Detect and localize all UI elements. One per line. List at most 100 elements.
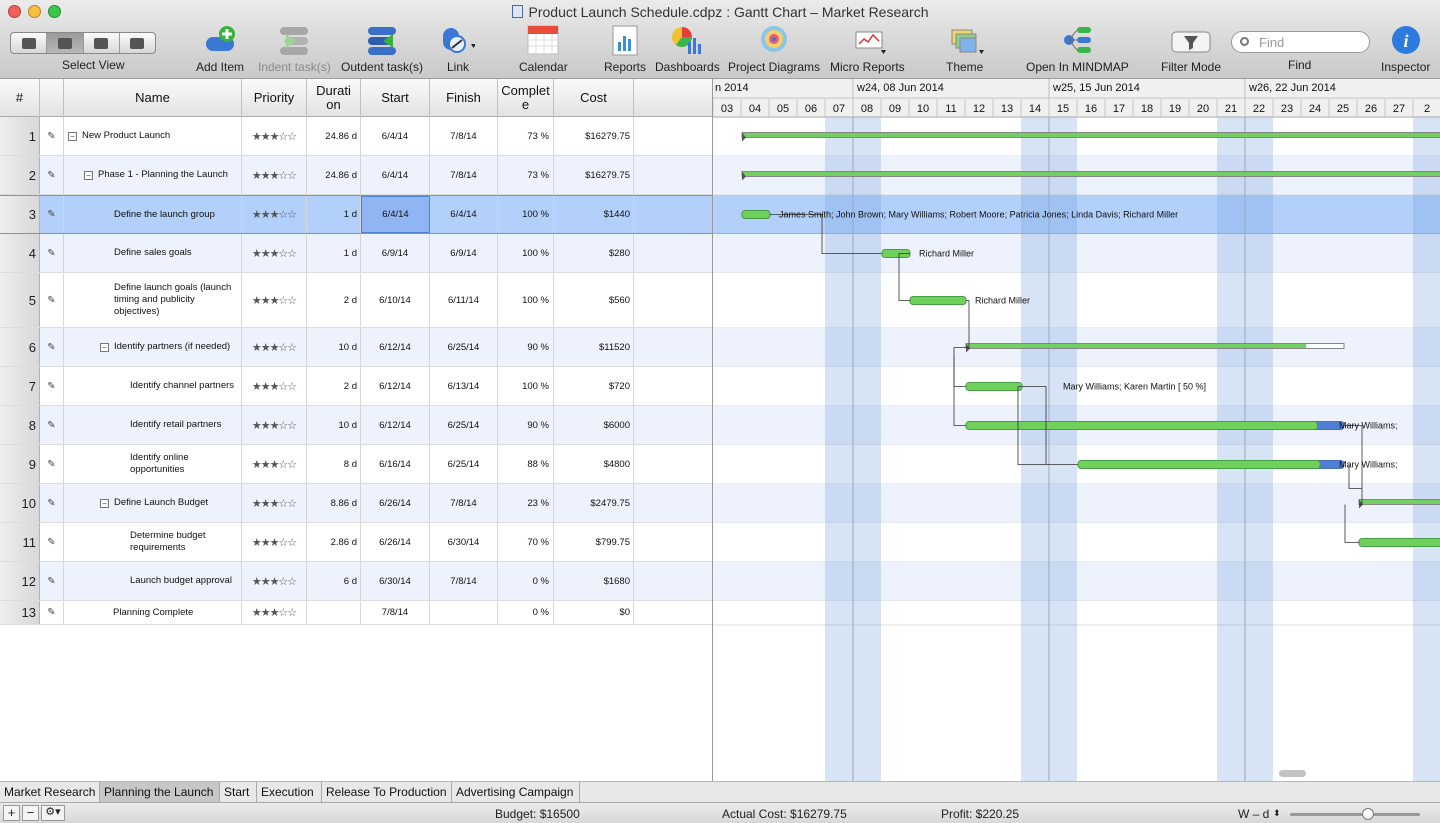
collapse-toggle-icon[interactable]: − bbox=[68, 131, 77, 141]
zoom-slider-track[interactable] bbox=[1290, 813, 1420, 816]
select-view-control[interactable] bbox=[10, 32, 156, 54]
task-row[interactable]: 2 ✎ − Phase 1 - Planning the Launch ★★★☆☆ 24.… bbox=[0, 156, 712, 195]
task-name-cell[interactable]: Define launch goals (launch timing and p… bbox=[64, 273, 242, 327]
task-priority-cell[interactable]: ★★★☆☆ bbox=[242, 117, 307, 155]
task-complete-cell[interactable]: 73 % bbox=[498, 156, 554, 194]
task-row[interactable]: 13 ✎ Planning Complete ★★★☆☆ 7/8/14 0 % $0 bbox=[0, 601, 712, 625]
link-button[interactable]: Link bbox=[441, 24, 476, 74]
task-start-cell[interactable]: 6/12/14 bbox=[361, 406, 430, 444]
sheet-tab[interactable]: Planning the Launch bbox=[100, 782, 220, 802]
task-name-cell[interactable]: Determine budget requirements bbox=[64, 523, 242, 561]
col-header-priority[interactable]: Priority bbox=[242, 79, 307, 117]
task-name-cell[interactable]: Define sales goals bbox=[64, 234, 242, 272]
task-start-cell[interactable]: 6/12/14 bbox=[361, 328, 430, 366]
filter-mode-button[interactable]: Filter Mode bbox=[1161, 24, 1221, 74]
sheet-tab[interactable]: Release To Production bbox=[322, 782, 452, 802]
row-number[interactable]: 9 bbox=[0, 445, 40, 483]
task-edit-icon[interactable]: ✎ bbox=[40, 196, 64, 233]
task-complete-cell[interactable]: 90 % bbox=[498, 406, 554, 444]
task-duration-cell[interactable]: 24.86 d bbox=[307, 117, 361, 155]
task-start-cell[interactable]: 7/8/14 bbox=[361, 601, 430, 624]
row-number[interactable]: 8 bbox=[0, 406, 40, 444]
task-edit-icon[interactable]: ✎ bbox=[40, 328, 64, 366]
col-header-start[interactable]: Start bbox=[361, 79, 430, 117]
add-sheet-button[interactable]: + bbox=[3, 805, 20, 821]
task-start-cell[interactable]: 6/9/14 bbox=[361, 234, 430, 272]
task-edit-icon[interactable]: ✎ bbox=[40, 367, 64, 405]
row-number[interactable]: 2 bbox=[0, 156, 40, 194]
task-name-cell[interactable]: − Define Launch Budget bbox=[64, 484, 242, 522]
sheet-tab[interactable]: Execution bbox=[257, 782, 322, 802]
task-start-cell[interactable]: 6/4/14 bbox=[361, 196, 430, 233]
add-item-button[interactable]: Add Item bbox=[196, 24, 244, 74]
task-finish-cell[interactable] bbox=[430, 601, 498, 624]
task-finish-cell[interactable]: 6/25/14 bbox=[430, 328, 498, 366]
col-header-name[interactable]: Name bbox=[64, 79, 242, 117]
task-edit-icon[interactable]: ✎ bbox=[40, 562, 64, 600]
task-complete-cell[interactable]: 100 % bbox=[498, 234, 554, 272]
task-priority-cell[interactable]: ★★★☆☆ bbox=[242, 484, 307, 522]
outdent-tasks-button[interactable]: Outdent task(s) bbox=[341, 24, 423, 74]
task-start-cell[interactable]: 6/12/14 bbox=[361, 367, 430, 405]
task-complete-cell[interactable]: 73 % bbox=[498, 117, 554, 155]
task-duration-cell[interactable]: 10 d bbox=[307, 406, 361, 444]
task-name-cell[interactable]: − Phase 1 - Planning the Launch bbox=[64, 156, 242, 194]
task-row[interactable]: 12 ✎ Launch budget approval ★★★☆☆ 6 d 6/30/14… bbox=[0, 562, 712, 601]
task-complete-cell[interactable]: 100 % bbox=[498, 196, 554, 233]
sheet-tab[interactable]: Market Research bbox=[0, 782, 100, 802]
calendar-button[interactable]: Calendar bbox=[519, 24, 568, 74]
task-start-cell[interactable]: 6/26/14 bbox=[361, 523, 430, 561]
task-row[interactable]: 5 ✎ Define launch goals (launch timing and… bbox=[0, 273, 712, 328]
task-cost-cell[interactable]: $11520 bbox=[554, 328, 634, 366]
task-cost-cell[interactable]: $16279.75 bbox=[554, 117, 634, 155]
task-priority-cell[interactable]: ★★★☆☆ bbox=[242, 196, 307, 233]
task-row[interactable]: 7 ✎ Identify channel partners ★★★☆☆ 2 d 6/12/… bbox=[0, 367, 712, 406]
task-priority-cell[interactable]: ★★★☆☆ bbox=[242, 273, 307, 327]
task-start-cell[interactable]: 6/10/14 bbox=[361, 273, 430, 327]
task-row[interactable]: 6 ✎ − Identify partners (if needed) ★★★☆☆ 10 … bbox=[0, 328, 712, 367]
col-header-duration[interactable]: Duration bbox=[307, 79, 361, 117]
view-resources-button[interactable] bbox=[84, 33, 120, 53]
row-number[interactable]: 13 bbox=[0, 601, 40, 624]
task-finish-cell[interactable]: 7/8/14 bbox=[430, 156, 498, 194]
task-complete-cell[interactable]: 100 % bbox=[498, 367, 554, 405]
task-name-cell[interactable]: Identify online opportunities bbox=[64, 445, 242, 483]
task-row[interactable]: 9 ✎ Identify online opportunities ★★★☆☆ 8 d6… bbox=[0, 445, 712, 484]
task-complete-cell[interactable]: 88 % bbox=[498, 445, 554, 483]
task-finish-cell[interactable]: 7/8/14 bbox=[430, 562, 498, 600]
project-diagrams-button[interactable]: Project Diagrams bbox=[728, 24, 820, 74]
task-priority-cell[interactable]: ★★★☆☆ bbox=[242, 406, 307, 444]
task-name-cell[interactable]: − New Product Launch bbox=[64, 117, 242, 155]
reports-button[interactable]: Reports bbox=[604, 24, 646, 74]
task-cost-cell[interactable]: $6000 bbox=[554, 406, 634, 444]
task-edit-icon[interactable]: ✎ bbox=[40, 273, 64, 327]
task-priority-cell[interactable]: ★★★☆☆ bbox=[242, 234, 307, 272]
col-header-complete[interactable]: Complete bbox=[498, 79, 554, 117]
task-edit-icon[interactable]: ✎ bbox=[40, 601, 64, 624]
task-edit-icon[interactable]: ✎ bbox=[40, 406, 64, 444]
task-finish-cell[interactable]: 6/30/14 bbox=[430, 523, 498, 561]
task-duration-cell[interactable]: 2.86 d bbox=[307, 523, 361, 561]
task-finish-cell[interactable]: 6/13/14 bbox=[430, 367, 498, 405]
task-cost-cell[interactable]: $2479.75 bbox=[554, 484, 634, 522]
task-duration-cell[interactable]: 2 d bbox=[307, 367, 361, 405]
row-number[interactable]: 4 bbox=[0, 234, 40, 272]
row-number[interactable]: 5 bbox=[0, 273, 40, 327]
zoom-slider-knob[interactable] bbox=[1362, 808, 1374, 820]
sheet-tab[interactable]: Start bbox=[220, 782, 257, 802]
task-row[interactable]: 10 ✎ − Define Launch Budget ★★★☆☆ 8.86 d 6/26/… bbox=[0, 484, 712, 523]
row-number[interactable]: 6 bbox=[0, 328, 40, 366]
task-name-cell[interactable]: − Identify partners (if needed) bbox=[64, 328, 242, 366]
task-start-cell[interactable]: 6/16/14 bbox=[361, 445, 430, 483]
task-complete-cell[interactable]: 100 % bbox=[498, 273, 554, 327]
row-number[interactable]: 7 bbox=[0, 367, 40, 405]
task-start-cell[interactable]: 6/30/14 bbox=[361, 562, 430, 600]
task-row[interactable]: 4 ✎ Define sales goals ★★★☆☆ 1 d 6/9/14 6/9/14… bbox=[0, 234, 712, 273]
zoom-stepper-icon[interactable]: ⬍ bbox=[1273, 808, 1281, 819]
row-number[interactable]: 11 bbox=[0, 523, 40, 561]
task-priority-cell[interactable]: ★★★☆☆ bbox=[242, 601, 307, 624]
task-cost-cell[interactable]: $280 bbox=[554, 234, 634, 272]
indent-tasks-button[interactable]: Indent task(s) bbox=[258, 24, 331, 74]
task-cost-cell[interactable]: $1440 bbox=[554, 196, 634, 233]
horizontal-scrollbar[interactable] bbox=[1279, 770, 1306, 777]
